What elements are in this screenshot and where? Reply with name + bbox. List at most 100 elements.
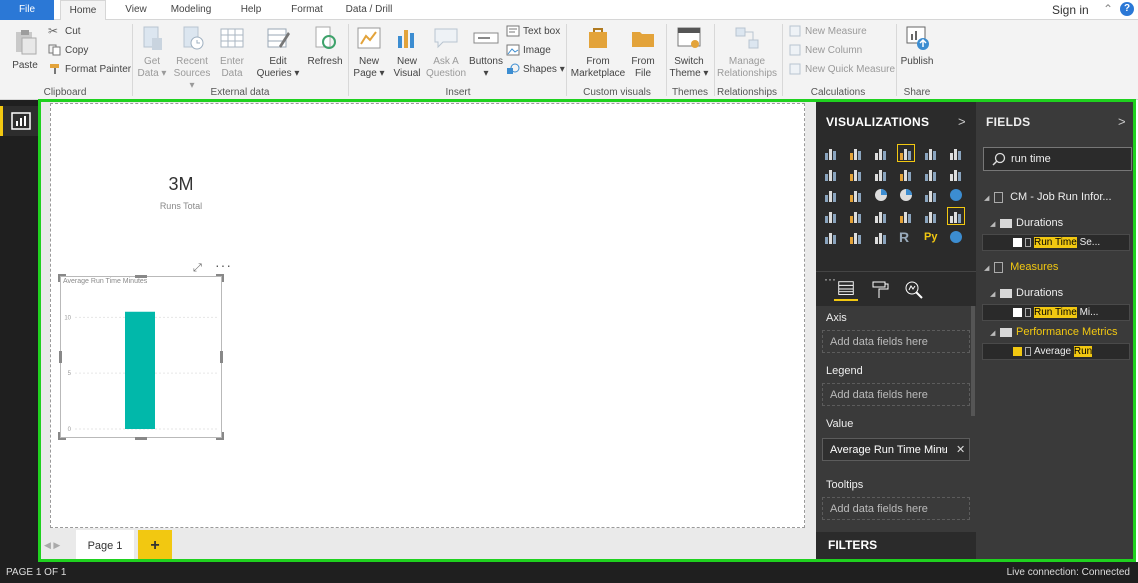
viz-treemap-icon[interactable] [924,188,938,202]
field-average-run-time[interactable]: Average Run [982,343,1130,360]
viz-slicer-icon[interactable] [824,230,838,244]
shapes-button[interactable]: Shapes ▾ [506,62,565,78]
viz-card-icon[interactable] [899,209,913,223]
resize-handle[interactable] [220,351,223,363]
axis-drop-zone[interactable]: Add data fields here [822,330,970,353]
viz-100-column-icon[interactable] [949,146,963,160]
resize-handle[interactable] [216,274,224,282]
viz-map-icon[interactable] [949,188,963,202]
tab-file[interactable]: File [0,0,54,20]
filters-header[interactable]: FILTERS [816,532,976,562]
viz-line-stacked-column-icon[interactable] [924,167,938,181]
resize-handle[interactable] [58,432,66,440]
tab-format[interactable]: Format [284,0,330,20]
viz-100-bar-icon[interactable] [924,146,938,160]
collapse-visualizations-icon[interactable]: > [958,114,966,129]
viz-funnel-icon[interactable] [849,209,863,223]
copy-button[interactable]: Copy [48,43,88,59]
publish-button[interactable]: Publish [898,24,936,68]
expand-triangle-icon[interactable]: ◢ [990,329,998,337]
manage-relationships-button[interactable]: Manage Relationships [716,24,778,80]
ask-question-button[interactable]: Ask A Question [426,24,466,80]
report-page[interactable]: 3M Runs Total ⤢ ··· Average Run Time Min… [50,103,805,528]
expand-triangle-icon[interactable]: ◢ [984,264,992,272]
viz-stacked-column-icon[interactable] [849,146,863,160]
fields-well-icon[interactable] [834,279,858,301]
viz-area-icon[interactable] [849,167,863,181]
field-run-time-minutes[interactable]: Run Time Mi... [982,304,1130,321]
field-checkbox[interactable] [1013,237,1022,247]
edit-queries-button[interactable]: Edit Queries ▾ [256,24,300,80]
tooltips-drop-zone[interactable]: Add data fields here [822,497,970,520]
cut-button[interactable]: ✂ Cut [48,24,81,40]
report-view-button[interactable] [0,106,38,136]
viz-matrix-icon[interactable] [874,230,888,244]
viz-python-icon[interactable]: Py [924,230,938,244]
value-field-dropdown-icon[interactable]: ▾ [941,439,946,461]
resize-handle[interactable] [135,275,147,278]
viz-line-icon[interactable] [824,167,838,181]
format-roller-icon[interactable] [868,279,892,301]
field-checkbox[interactable] [1013,307,1022,317]
viz-scatter-icon[interactable] [849,188,863,202]
text-box-button[interactable]: Text box [506,24,560,40]
add-page-button[interactable]: + [138,530,172,562]
from-file-button[interactable]: From File [626,24,660,80]
fields-search-input[interactable]: run time [983,147,1132,171]
remove-field-icon[interactable]: ✕ [956,439,965,461]
help-icon[interactable]: ? [1120,2,1134,16]
new-measure-button[interactable]: New Measure [788,24,867,40]
tab-help[interactable]: Help [232,0,270,20]
enter-data-button[interactable]: Enter Data [216,24,248,80]
tab-view[interactable]: View [116,0,156,20]
table-measures[interactable]: ◢ Measures [984,261,1058,273]
tab-home[interactable]: Home [60,0,106,21]
viz-stacked-bar-icon[interactable] [824,146,838,160]
analytics-icon[interactable] [902,279,926,301]
sign-in-link[interactable]: Sign in [1052,3,1089,17]
image-button[interactable]: Image [506,43,551,59]
collapse-ribbon-icon[interactable]: ⌃ [1103,2,1113,16]
column-chart-visual[interactable]: Average Run Time Minutes 10 5 0 [60,276,222,438]
buttons-button[interactable]: Buttons ▾ [468,24,504,80]
legend-drop-zone[interactable]: Add data fields here [822,383,970,406]
from-marketplace-button[interactable]: From Marketplace [570,24,626,80]
viz-line-column-icon[interactable] [899,167,913,181]
focus-mode-icon[interactable]: ⤢ [193,262,202,275]
table-cm-job-run[interactable]: ◢ CM - Job Run Infor... [984,191,1112,203]
tab-modeling[interactable]: Modeling [164,0,218,20]
expand-triangle-icon[interactable]: ◢ [984,194,992,202]
new-page-button[interactable]: New Page ▾ [352,24,386,80]
paste-button[interactable]: Paste [8,28,42,72]
new-column-button[interactable]: New Column [788,43,862,59]
resize-handle[interactable] [135,437,147,440]
viz-clustered-column-icon[interactable] [897,144,915,162]
viz-donut-icon[interactable] [899,188,913,202]
value-field-chip[interactable]: Average Run Time Minu ▾ ✕ [822,438,970,461]
folder-durations[interactable]: ◢ Durations [990,217,1063,229]
expand-triangle-icon[interactable]: ◢ [990,220,998,228]
new-quick-measure-button[interactable]: New Quick Measure [788,62,895,78]
viz-globe-icon[interactable] [949,230,963,244]
resize-handle[interactable] [59,351,62,363]
collapse-fields-icon[interactable]: > [1118,114,1126,129]
viz-table-icon[interactable] [849,230,863,244]
resize-handle[interactable] [58,274,66,282]
viz-clustered-bar-icon[interactable] [874,146,888,160]
get-data-button[interactable]: Get Data ▾ [136,24,168,80]
field-checkbox-checked[interactable] [1013,346,1022,356]
folder-performance-metrics[interactable]: ◢ Performance Metrics [990,326,1117,338]
wells-scrollbar[interactable] [971,306,975,416]
refresh-button[interactable]: Refresh [306,24,344,68]
tab-data-drill[interactable]: Data / Drill [340,0,398,20]
viz-kpi-icon[interactable] [947,207,965,225]
viz-ribbon-icon[interactable] [949,167,963,181]
recent-sources-button[interactable]: Recent Sources ▾ [172,24,212,92]
expand-triangle-icon[interactable]: ◢ [990,290,998,298]
folder-durations-measures[interactable]: ◢ Durations [990,287,1063,299]
viz-stacked-area-icon[interactable] [874,167,888,181]
more-options-icon[interactable]: ··· [215,257,232,273]
format-painter-button[interactable]: Format Painter [48,62,131,78]
page-nav-arrows-icon[interactable]: ◀ ▶ [44,540,60,551]
viz-pie-icon[interactable] [874,188,888,202]
